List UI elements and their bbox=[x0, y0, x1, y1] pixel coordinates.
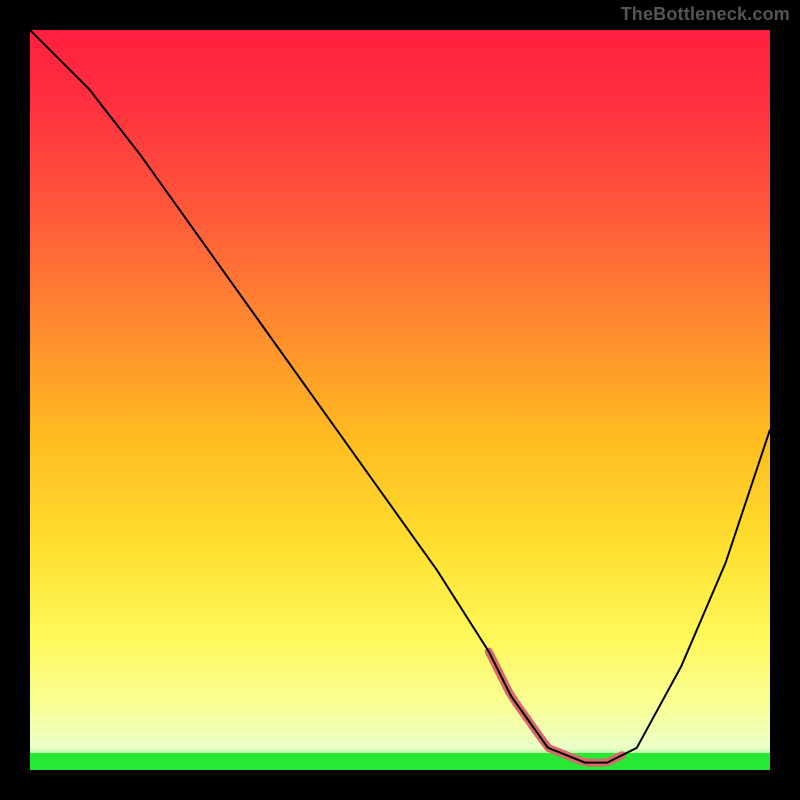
gradient-background bbox=[30, 30, 770, 770]
chart-frame: TheBottleneck.com bbox=[0, 0, 800, 800]
plot-svg bbox=[30, 30, 770, 770]
watermark-text: TheBottleneck.com bbox=[621, 4, 790, 25]
plot-area bbox=[30, 30, 770, 770]
green-band bbox=[30, 753, 770, 770]
